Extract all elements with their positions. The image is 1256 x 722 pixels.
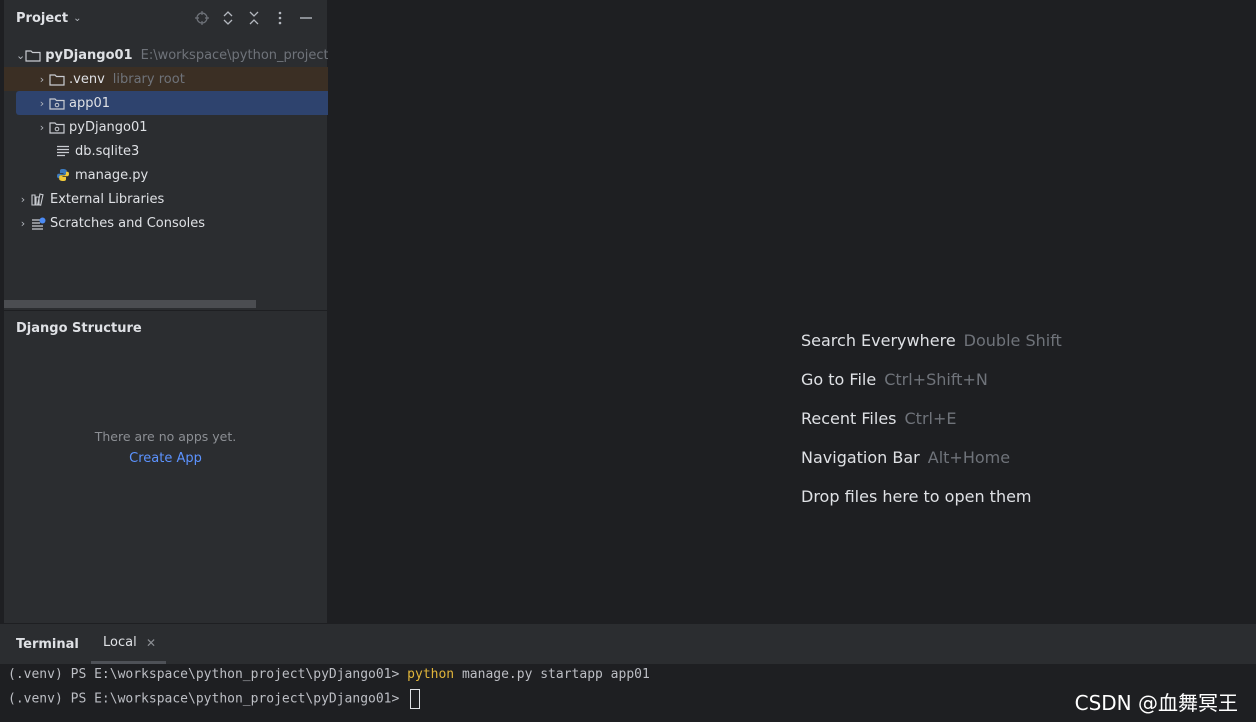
tree-item-app01[interactable]: › app01 (16, 91, 334, 115)
tree-item-label: pyDjango01 (45, 47, 133, 63)
terminal-title: Terminal (16, 636, 79, 652)
tree-item-scratches-and-consoles[interactable]: › Scratches and Consoles (0, 211, 327, 235)
create-app-link[interactable]: Create App (4, 451, 327, 466)
hint-shortcut: Alt+Home (927, 448, 1011, 467)
expand-all-icon[interactable] (220, 10, 236, 26)
panel-divider[interactable] (4, 310, 327, 311)
terminal-tab-local[interactable]: Local ✕ (91, 624, 166, 664)
tree-item-label: manage.py (75, 167, 149, 183)
tree-item-venv[interactable]: › .venv library root (4, 67, 358, 91)
chevron-right-icon[interactable]: › (35, 97, 49, 110)
chevron-right-icon[interactable]: › (35, 121, 49, 134)
tree-item-db-sqlite3[interactable]: db.sqlite3 (0, 139, 327, 163)
scratches-icon (30, 216, 46, 230)
chevron-right-icon[interactable]: › (35, 73, 49, 86)
collapse-all-icon[interactable] (246, 10, 262, 26)
library-icon (30, 192, 46, 206)
terminal-prompt: (.venv) PS E:\workspace\python_project\p… (8, 691, 408, 707)
chevron-down-icon[interactable]: ⌄ (16, 49, 25, 62)
terminal-header: Terminal (16, 624, 79, 664)
locate-icon[interactable] (194, 10, 210, 26)
python-file-icon (55, 168, 71, 182)
terminal-prompt: (.venv) PS E:\workspace\python_project\p… (8, 667, 408, 682)
hint-shortcut: Double Shift (963, 331, 1062, 350)
hint-shortcut: Ctrl+E (904, 409, 957, 428)
tree-item-label: Scratches and Consoles (50, 215, 206, 231)
library-root-hint: library root (112, 71, 185, 87)
hint-navigation-bar: Navigation Bar Alt+Home (801, 447, 1062, 486)
terminal-line: (.venv) PS E:\workspace\python_project\p… (8, 667, 650, 682)
hint-drop-files: Drop files here to open them (801, 486, 1062, 525)
project-header-toolbar (194, 0, 314, 36)
terminal-output[interactable]: (.venv) PS E:\workspace\python_project\p… (0, 664, 1256, 722)
hint-search-everywhere: Search Everywhere Double Shift (801, 330, 1062, 369)
package-folder-icon (49, 96, 65, 110)
chevron-right-icon[interactable]: › (16, 217, 30, 230)
command-keyword: python (407, 667, 455, 682)
hint-label: Search Everywhere (801, 331, 956, 350)
close-icon[interactable]: ✕ (146, 636, 156, 650)
hint-recent-files: Recent Files Ctrl+E (801, 408, 1062, 447)
text-file-icon (55, 144, 71, 158)
folder-icon (25, 48, 41, 62)
hide-panel-icon[interactable] (298, 10, 314, 26)
package-folder-icon (49, 120, 65, 134)
tree-item-label: External Libraries (50, 191, 165, 207)
hint-label: Navigation Bar (801, 448, 920, 467)
chevron-down-icon[interactable]: ⌄ (73, 13, 81, 24)
hint-label: Recent Files (801, 409, 897, 428)
command-args: manage.py startapp app01 (454, 667, 650, 682)
folder-icon (49, 72, 65, 86)
tree-item-project-root[interactable]: ⌄ pyDjango01 E:\workspace\python_project… (0, 43, 333, 67)
hint-shortcut: Ctrl+Shift+N (884, 370, 988, 389)
django-structure-title: Django Structure (16, 321, 142, 336)
watermark: CSDN @血舞冥王 (1074, 691, 1238, 715)
text-cursor (410, 689, 421, 709)
project-tool-window: Project ⌄ ⌄ pyDjango01 E:\workspace\pyth… (0, 0, 358, 623)
editor-empty-hints: Search Everywhere Double Shift Go to File… (801, 330, 1062, 525)
chevron-right-icon[interactable]: › (16, 193, 30, 206)
editor-area[interactable] (328, 0, 1256, 623)
project-view-selector[interactable]: Project (16, 11, 68, 26)
tree-item-label: pyDjango01 (69, 119, 148, 135)
hint-label: Drop files here to open them (801, 487, 1032, 506)
project-panel-header: Project ⌄ (16, 0, 318, 36)
terminal-line: (.venv) PS E:\workspace\python_project\p… (8, 689, 421, 709)
tree-item-external-libraries[interactable]: › External Libraries (0, 187, 327, 211)
project-tree: ⌄ pyDjango01 E:\workspace\python_project… (0, 43, 358, 235)
horizontal-scrollbar[interactable] (4, 300, 256, 308)
no-apps-message: There are no apps yet. (94, 429, 237, 444)
terminal-tab-label: Local (103, 635, 137, 650)
tree-item-manage-py[interactable]: manage.py (0, 163, 327, 187)
hint-label: Go to File (801, 370, 877, 389)
project-path-hint: E:\workspace\python_project\ (140, 47, 334, 63)
tree-item-label: db.sqlite3 (75, 143, 140, 159)
tree-item-label: .venv (69, 71, 105, 87)
hint-go-to-file: Go to File Ctrl+Shift+N (801, 369, 1062, 408)
more-options-icon[interactable] (272, 10, 288, 26)
tree-item-pydjango01-package[interactable]: › pyDjango01 (0, 115, 327, 139)
tree-item-label: app01 (69, 95, 111, 111)
terminal-tool-window: Terminal Local ✕ (.venv) PS E:\workspace… (0, 624, 1256, 722)
